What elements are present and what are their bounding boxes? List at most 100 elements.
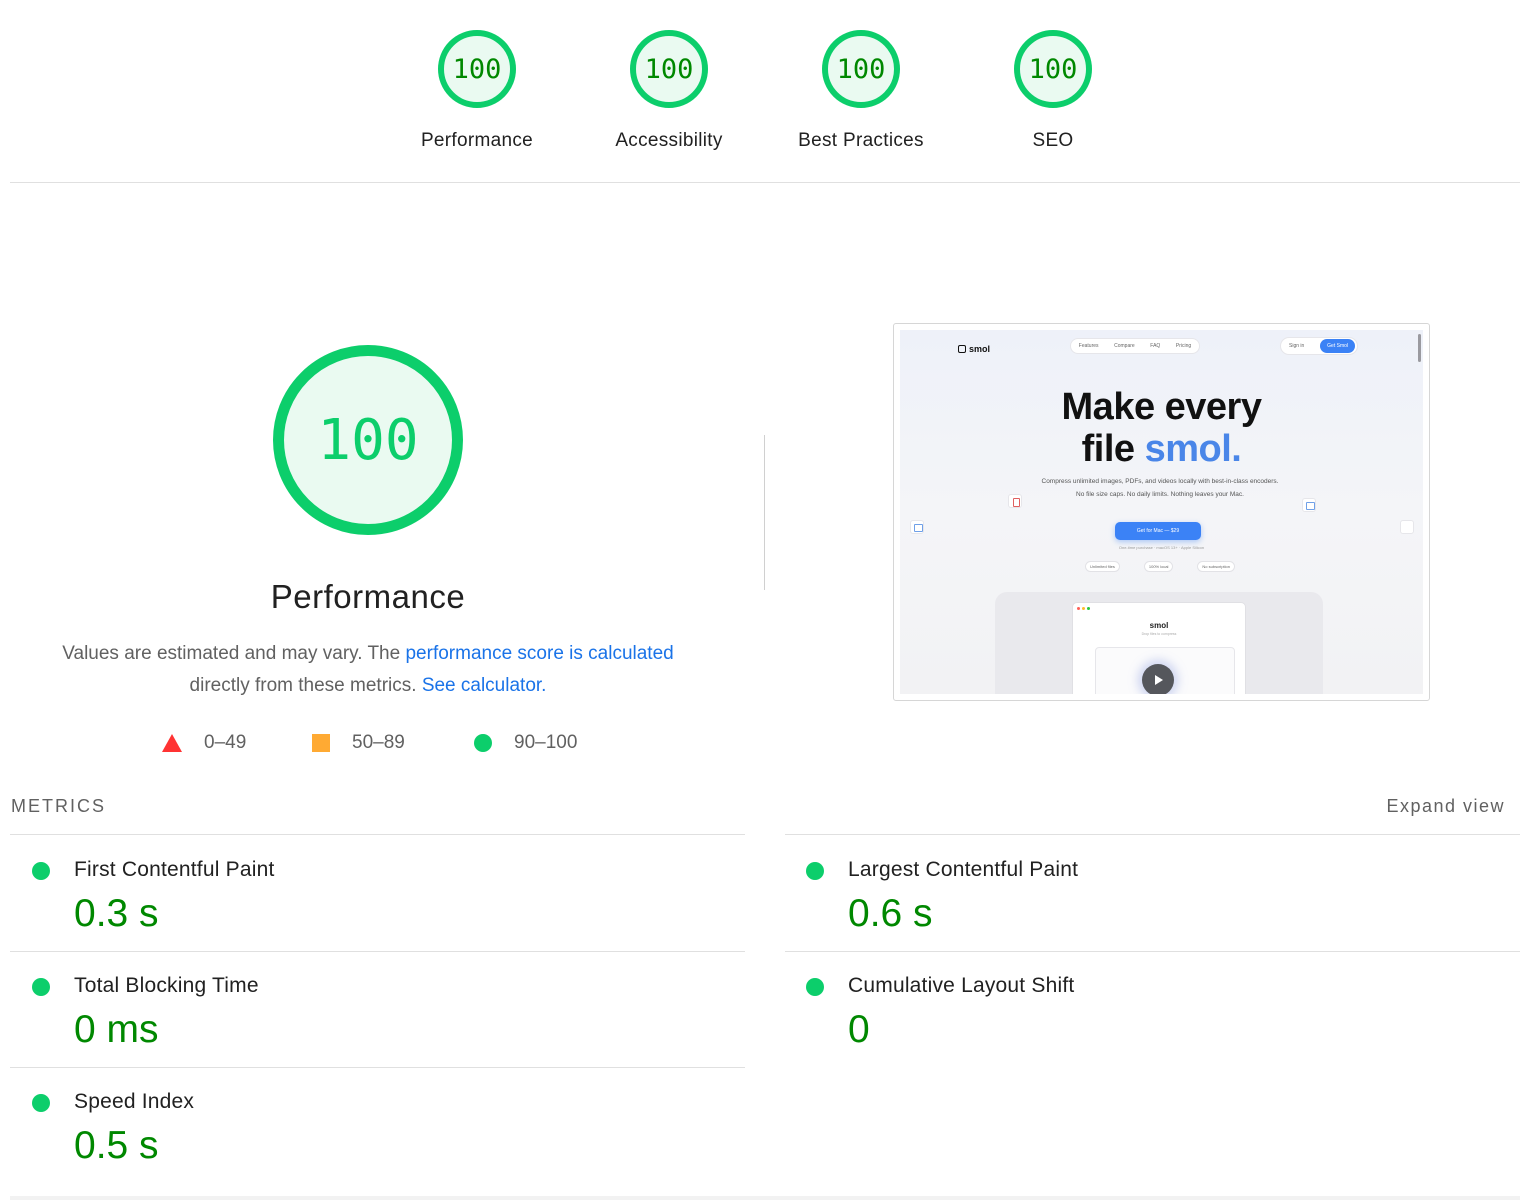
triangle-icon [162, 734, 182, 752]
minimize-dot [1082, 607, 1085, 610]
legend-range: 0–49 [204, 732, 247, 753]
pass-circle-icon [806, 862, 824, 880]
screenshot-content: smol Features Compare FAQ Pricing Sign i… [900, 330, 1423, 694]
metric-title: Total Blocking Time [74, 974, 259, 997]
nav-item: Pricing [1175, 343, 1192, 349]
circle-icon [474, 734, 492, 752]
gauge-label: Best Practices [798, 130, 924, 151]
gauge-seo[interactable]: 100 SEO [953, 30, 1153, 152]
metric-value: 0.3 s [74, 892, 159, 935]
description-text: Values are estimated and may vary. The [62, 643, 406, 664]
maximize-dot [1087, 607, 1090, 610]
site-pills: Unlimited files 100% local No subscripti… [1085, 561, 1235, 572]
performance-score-link[interactable]: performance score is calculated [405, 643, 673, 664]
score-ring: 100 [438, 30, 516, 108]
score-value: 100 [1028, 53, 1078, 85]
metric-cumulative-layout-shift: Cumulative Layout Shift 0 [784, 964, 1484, 1064]
divider [785, 951, 1520, 952]
site-logo: smol [958, 344, 990, 354]
pass-circle-icon [32, 862, 50, 880]
see-calculator-link[interactable]: See calculator. [422, 675, 547, 696]
cta-label: Get Smol [1320, 339, 1355, 353]
window-subtitle: Drop files to compress [1141, 632, 1177, 636]
legend-range: 50–89 [352, 732, 405, 753]
gauge-label: Performance [420, 130, 534, 151]
pass-circle-icon [32, 978, 50, 996]
image-file-icon [1302, 498, 1316, 512]
score-value: 100 [452, 53, 502, 85]
site-download-button: Get for Mac — $29 [1115, 522, 1201, 540]
final-screenshot[interactable]: smol Features Compare FAQ Pricing Sign i… [893, 323, 1430, 701]
performance-description: Values are estimated and may vary. The p… [60, 638, 676, 702]
gauge-best-practices[interactable]: 100 Best Practices [761, 30, 961, 152]
pass-circle-icon [32, 1094, 50, 1112]
bottom-divider [10, 1196, 1520, 1200]
pass-circle-icon [806, 978, 824, 996]
metrics-heading: METRICS [11, 796, 106, 816]
logo-icon [958, 345, 966, 353]
gauge-performance[interactable]: 100 Performance [377, 30, 577, 152]
pill: No subscription [1197, 561, 1235, 572]
site-actions: Sign in Get Smol [1280, 337, 1358, 355]
play-icon [1142, 664, 1174, 694]
metric-value: 0.6 s [848, 892, 933, 935]
sign-in-label: Sign in [1289, 343, 1305, 349]
score-legend: 0–49 50–89 90–100 [160, 732, 600, 758]
headline-line2: file smol. [900, 428, 1423, 470]
gauge-label: Accessibility [615, 130, 723, 151]
legend-average: 50–89 [312, 732, 405, 754]
divider [10, 834, 745, 835]
metric-title: First Contentful Paint [74, 858, 275, 881]
metric-total-blocking-time: Total Blocking Time 0 ms [10, 964, 710, 1064]
image-file-icon [910, 520, 924, 534]
score-ring: 100 [822, 30, 900, 108]
metric-largest-contentful-paint: Largest Contentful Paint 0.6 s [784, 848, 1484, 948]
pill: 100% local [1143, 561, 1174, 572]
site-nav: Features Compare FAQ Pricing [1070, 338, 1200, 354]
divider [785, 834, 1520, 835]
performance-score-gauge: 100 [273, 345, 463, 535]
metric-value: 0 ms [74, 1008, 159, 1051]
site-headline: Make every file smol. [900, 386, 1423, 470]
metric-title: Speed Index [74, 1090, 195, 1113]
site-subtext: Compress unlimited images, PDFs, and vid… [1041, 478, 1279, 498]
headline-text: file [1081, 428, 1145, 470]
site-note: One-time purchase · macOS 13+ · Apple Si… [1118, 545, 1205, 550]
score-ring: 100 [1014, 30, 1092, 108]
score-ring: 100 [630, 30, 708, 108]
logo-text: smol [969, 344, 991, 354]
top-divider [10, 182, 1520, 183]
window-controls [1077, 607, 1090, 610]
metric-title: Largest Contentful Paint [848, 858, 1079, 881]
metric-title: Cumulative Layout Shift [848, 974, 1075, 997]
close-dot [1077, 607, 1080, 610]
legend-fail: 0–49 [162, 732, 246, 754]
expand-view-toggle[interactable]: Expand view [1386, 796, 1505, 817]
divider [10, 951, 745, 952]
legend-range: 90–100 [514, 732, 578, 753]
performance-score-value: 100 [317, 407, 419, 473]
window-title: smol [1149, 621, 1169, 630]
metric-speed-index: Speed Index 0.5 s [10, 1080, 710, 1180]
nav-item: Features [1078, 343, 1099, 349]
gauge-label: SEO [1032, 130, 1074, 151]
pdf-file-icon [1008, 494, 1022, 508]
file-icon [1400, 520, 1414, 534]
nav-item: FAQ [1150, 343, 1161, 349]
description-text: directly from these metrics. [189, 675, 422, 696]
vertical-divider [764, 435, 765, 590]
metric-first-contentful-paint: First Contentful Paint 0.3 s [10, 848, 710, 948]
score-value: 100 [644, 53, 694, 85]
square-icon [312, 734, 330, 752]
legend-pass: 90–100 [474, 732, 577, 754]
metric-value: 0 [848, 1008, 870, 1051]
metric-value: 0.5 s [74, 1124, 159, 1167]
headline-accent: smol. [1144, 428, 1242, 470]
score-value: 100 [836, 53, 886, 85]
preview-scrollbar [1418, 334, 1421, 362]
gauge-accessibility[interactable]: 100 Accessibility [569, 30, 769, 152]
performance-title: Performance [270, 578, 466, 615]
nav-item: Compare [1114, 343, 1135, 349]
headline-line1: Make every [1061, 386, 1262, 428]
pill: Unlimited files [1085, 561, 1120, 572]
